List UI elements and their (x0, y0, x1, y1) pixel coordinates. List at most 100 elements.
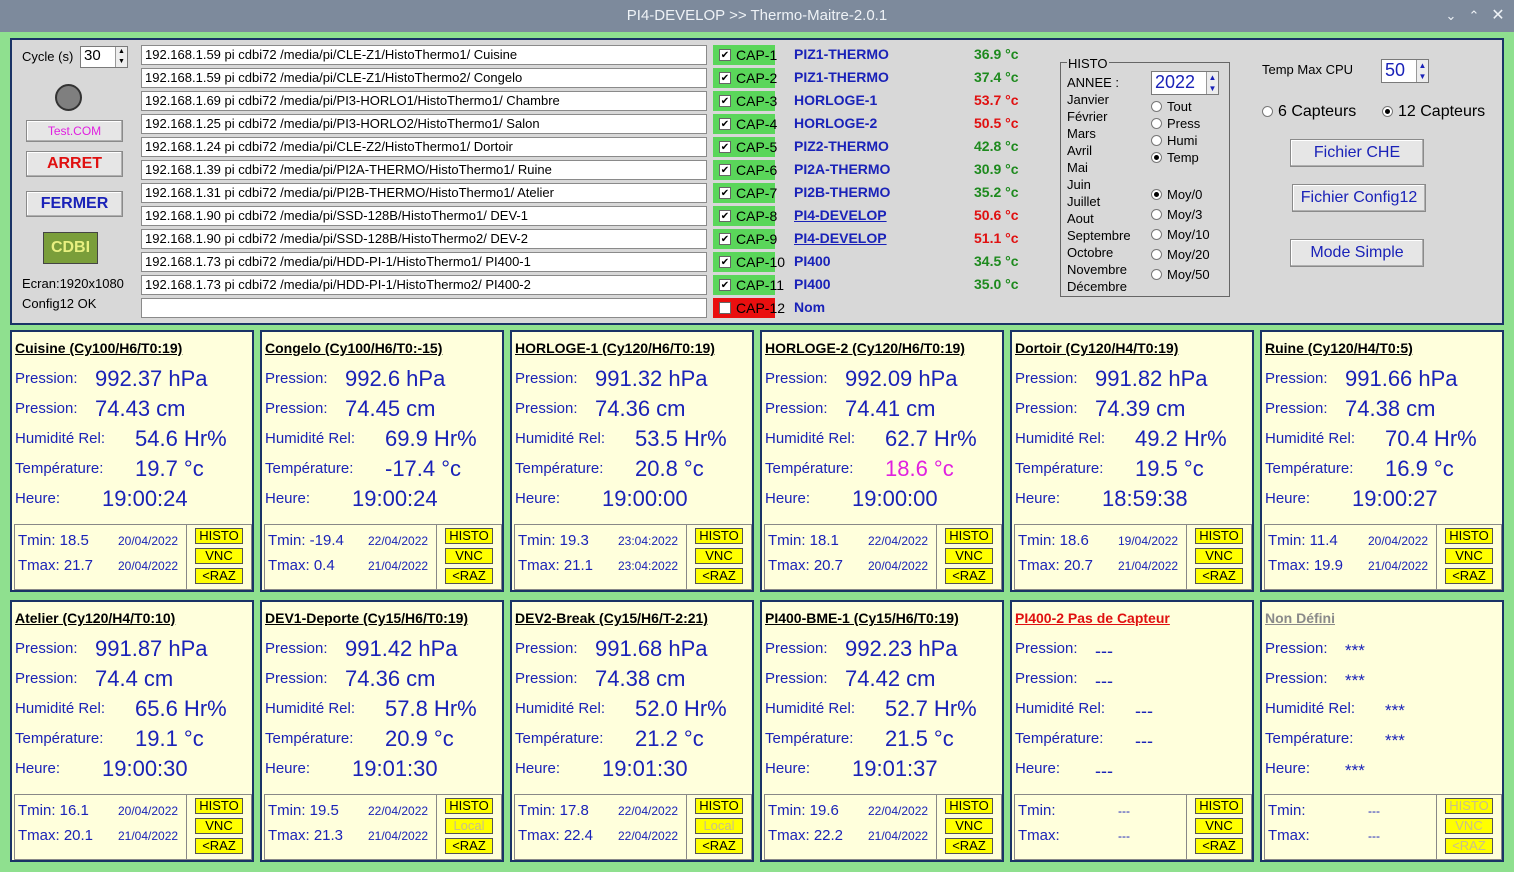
month-item[interactable]: Février (1067, 109, 1107, 124)
captor-checkbox[interactable]: ✔ CAP-8 (713, 206, 777, 226)
spinner-arrows-icon[interactable]: ▲ ▼ (115, 47, 127, 67)
twelve-captors-radio[interactable]: 12 Capteurs (1382, 103, 1485, 121)
captor-path-field[interactable]: 192.168.1.25 pi cdbi72 /media/pi/PI3-HOR… (141, 114, 707, 134)
captor-path-field[interactable]: 192.168.1.73 pi cdbi72 /media/pi/HDD-PI-… (141, 252, 707, 272)
captor-name[interactable]: PI4-DEVELOP (794, 230, 887, 246)
six-captors-radio[interactable]: 6 Capteurs (1262, 103, 1356, 121)
radio-option[interactable]: Temp (1151, 150, 1199, 165)
captor-checkbox[interactable]: ✔ CAP-4 (713, 114, 777, 134)
raz-button[interactable]: <RAZ (945, 838, 993, 854)
histo-button[interactable]: HISTO (695, 798, 743, 814)
captor-checkbox[interactable]: ✔ CAP-6 (713, 160, 777, 180)
month-item[interactable]: Juin (1067, 177, 1091, 192)
raz-button[interactable]: <RAZ (1445, 838, 1493, 854)
raz-button[interactable]: <RAZ (1445, 568, 1493, 584)
vnc-button[interactable]: Local (695, 818, 743, 834)
vnc-button[interactable]: VNC (945, 548, 993, 564)
test-com-button[interactable]: Test.COM (26, 120, 123, 142)
vnc-button[interactable]: VNC (1195, 548, 1243, 564)
radio-option[interactable]: Moy/20 (1151, 247, 1210, 262)
mode-simple-button[interactable]: Mode Simple (1290, 239, 1424, 267)
histo-button[interactable]: HISTO (1195, 528, 1243, 544)
radio-option[interactable]: Humi (1151, 133, 1197, 148)
fichier-che-button[interactable]: Fichier CHE (1290, 139, 1424, 167)
spinner-arrows-icon[interactable]: ▲ ▼ (1206, 72, 1218, 94)
raz-button[interactable]: <RAZ (445, 568, 493, 584)
arret-button[interactable]: ARRET (26, 151, 123, 177)
vnc-button[interactable]: VNC (1445, 818, 1493, 834)
month-item[interactable]: Juillet (1067, 194, 1100, 209)
captor-path-field[interactable]: 192.168.1.73 pi cdbi72 /media/pi/HDD-PI-… (141, 275, 707, 295)
minimize-icon[interactable]: ⌄ (1440, 0, 1462, 32)
radio-option[interactable]: Moy/50 (1151, 267, 1210, 282)
histo-button[interactable]: HISTO (445, 528, 493, 544)
histo-button[interactable]: HISTO (445, 798, 493, 814)
histo-button[interactable]: HISTO (195, 798, 243, 814)
month-item[interactable]: Janvier (1067, 92, 1109, 107)
histo-button[interactable]: HISTO (1445, 798, 1493, 814)
captor-checkbox[interactable]: ✔ CAP-2 (713, 68, 777, 88)
captor-checkbox[interactable]: ✔ CAP-10 (713, 252, 785, 272)
month-item[interactable]: Décembre (1067, 279, 1127, 294)
maximize-icon[interactable]: ⌃ (1463, 0, 1485, 32)
vnc-button[interactable]: VNC (1445, 548, 1493, 564)
close-icon[interactable]: ✕ (1487, 0, 1509, 32)
captor-checkbox[interactable]: ✔ CAP-1 (713, 45, 777, 65)
histo-button[interactable]: HISTO (945, 798, 993, 814)
month-item[interactable]: Novembre (1067, 262, 1127, 277)
histo-button[interactable]: HISTO (195, 528, 243, 544)
captor-checkbox[interactable]: ✔ CAP-5 (713, 137, 777, 157)
radio-option[interactable]: Moy/0 (1151, 187, 1202, 202)
vnc-button[interactable]: VNC (195, 818, 243, 834)
radio-option[interactable]: Moy/10 (1151, 227, 1210, 242)
cycle-spinner[interactable]: 30 ▲ ▼ (80, 46, 128, 68)
radio-option[interactable]: Tout (1151, 99, 1192, 114)
captor-path-field[interactable]: 192.168.1.69 pi cdbi72 /media/pi/PI3-HOR… (141, 91, 707, 111)
vnc-button[interactable]: VNC (945, 818, 993, 834)
month-item[interactable]: Avril (1067, 143, 1092, 158)
captor-path-field[interactable]: 192.168.1.59 pi cdbi72 /media/pi/CLE-Z1/… (141, 45, 707, 65)
raz-button[interactable]: <RAZ (695, 568, 743, 584)
captor-name[interactable]: PI4-DEVELOP (794, 207, 887, 223)
month-item[interactable]: Octobre (1067, 245, 1113, 260)
captor-path-field[interactable]: 192.168.1.24 pi cdbi72 /media/pi/CLE-Z2/… (141, 137, 707, 157)
raz-button[interactable]: <RAZ (195, 568, 243, 584)
captor-path-field[interactable]: 192.168.1.90 pi cdbi72 /media/pi/SSD-128… (141, 206, 707, 226)
captor-path-field[interactable]: 192.168.1.31 pi cdbi72 /media/pi/PI2B-TH… (141, 183, 707, 203)
raz-button[interactable]: <RAZ (945, 568, 993, 584)
radio-option[interactable]: Press (1151, 116, 1200, 131)
captor-path-field[interactable] (141, 298, 707, 318)
histo-button[interactable]: HISTO (695, 528, 743, 544)
captor-checkbox[interactable]: ✔ CAP-7 (713, 183, 777, 203)
captor-checkbox[interactable]: CAP-12 (713, 298, 785, 318)
histo-button[interactable]: HISTO (1195, 798, 1243, 814)
cpu-spinner[interactable]: 50 ▲ ▼ (1381, 59, 1429, 83)
vnc-button[interactable]: VNC (195, 548, 243, 564)
captor-checkbox[interactable]: ✔ CAP-11 (713, 275, 784, 295)
captor-path-field[interactable]: 192.168.1.59 pi cdbi72 /media/pi/CLE-Z1/… (141, 68, 707, 88)
year-spinner[interactable]: 2022 ▲ ▼ (1151, 71, 1219, 95)
captor-path-field[interactable]: 192.168.1.90 pi cdbi72 /media/pi/SSD-128… (141, 229, 707, 249)
vnc-button[interactable]: VNC (695, 548, 743, 564)
spinner-arrows-icon[interactable]: ▲ ▼ (1416, 60, 1428, 82)
month-item[interactable]: Mars (1067, 126, 1096, 141)
raz-button[interactable]: <RAZ (445, 838, 493, 854)
vnc-button[interactable]: VNC (1195, 818, 1243, 834)
month-item[interactable]: Aout (1067, 211, 1094, 226)
raz-button[interactable]: <RAZ (195, 838, 243, 854)
month-item[interactable]: Septembre (1067, 228, 1131, 243)
month-item[interactable]: Mai (1067, 160, 1088, 175)
raz-button[interactable]: <RAZ (1195, 838, 1243, 854)
vnc-button[interactable]: VNC (445, 548, 493, 564)
fichier-config-button[interactable]: Fichier Config12 (1292, 184, 1426, 212)
captor-path-field[interactable]: 192.168.1.39 pi cdbi72 /media/pi/PI2A-TH… (141, 160, 707, 180)
raz-button[interactable]: <RAZ (695, 838, 743, 854)
vnc-button[interactable]: Local (445, 818, 493, 834)
radio-option[interactable]: Moy/3 (1151, 207, 1202, 222)
histo-button[interactable]: HISTO (1445, 528, 1493, 544)
captor-checkbox[interactable]: ✔ CAP-9 (713, 229, 777, 249)
raz-button[interactable]: <RAZ (1195, 568, 1243, 584)
captor-checkbox[interactable]: ✔ CAP-3 (713, 91, 777, 111)
fermer-button[interactable]: FERMER (26, 191, 123, 217)
histo-button[interactable]: HISTO (945, 528, 993, 544)
